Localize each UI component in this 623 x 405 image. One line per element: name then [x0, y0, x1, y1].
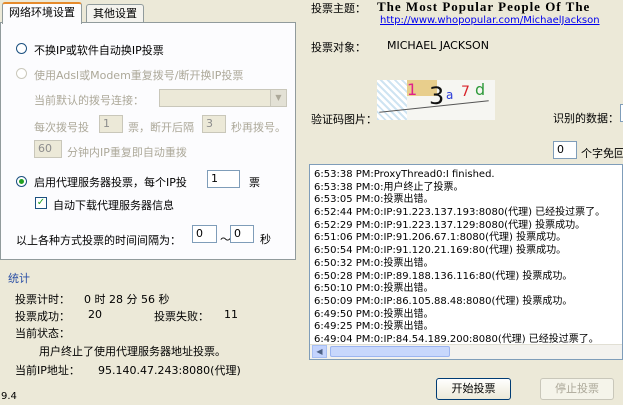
- votes-disconnect-label: 票，断开后隔: [128, 121, 194, 134]
- success-label: 投票成功：: [15, 310, 70, 323]
- log-line: 6:53:38 PM:ProxyThread0:I finished.: [314, 169, 495, 180]
- proxy-votes-input[interactable]: 1: [207, 170, 240, 188]
- fail-label: 投票失败：: [154, 310, 209, 323]
- log-line: 6:51:06 PM:0:IP:91.206.67.1:8080(代理) 投票成…: [314, 232, 567, 244]
- log-line: 6:52:44 PM:0:IP:91.223.137.193:8080(代理) …: [314, 207, 606, 219]
- start-vote-button[interactable]: 开始投票: [436, 378, 511, 400]
- timer-value: 0 时 28 分 56 秒: [84, 293, 170, 306]
- network-settings-panel: 不换IP或软件自动换IP投票 使用Adsl或Modem重复拨号/断开换IP投票 …: [0, 22, 296, 260]
- timer-label: 投票计时：: [15, 293, 70, 306]
- theme-value: The Most Popular People Of The: [377, 0, 591, 14]
- chevron-down-icon: ▼: [270, 90, 286, 106]
- status-label: 当前状态：: [15, 327, 70, 340]
- disconnect-seconds-input[interactable]: 3: [202, 115, 226, 133]
- tab-other-settings[interactable]: 其他设置: [86, 4, 144, 22]
- repeat-minutes-input[interactable]: 60: [34, 140, 62, 158]
- log-line: 6:53:05 PM:0:投票出错。: [314, 194, 434, 206]
- log-line: 6:49:25 PM:0:投票出错。: [314, 321, 434, 333]
- auto-download-label: 自动下载代理服务器信息: [53, 199, 174, 212]
- recognized-label: 识别的数据：: [553, 112, 619, 125]
- ip-value: 95.140.47.243:8080(代理): [98, 364, 241, 377]
- tab-strip: 网络环境设置 其他设置: [0, 0, 300, 24]
- no-ip-change-label: 不换IP或软件自动换IP投票: [34, 44, 164, 57]
- status-value: 用户终止了使用代理服务器地址投票。: [39, 345, 226, 358]
- captcha-char-2: 3: [429, 82, 445, 110]
- log-line: 6:50:54 PM:0:IP:91.120.21.169:80(代理) 投票成…: [314, 245, 567, 257]
- ip-label: 当前IP地址：: [15, 364, 80, 377]
- interval-label: 以上各种方式投票的时间间隔为：: [16, 234, 181, 247]
- free-count-label: 个字免回: [581, 147, 623, 160]
- theme-label: 投票主题：: [311, 2, 366, 15]
- every-dial-label: 每次拨号投: [34, 121, 89, 134]
- seconds-redial-label: 秒再拨号。: [231, 121, 286, 134]
- success-value: 20: [88, 308, 102, 321]
- scroll-left-icon[interactable]: ◀: [312, 345, 327, 358]
- log-line: 6:50:28 PM:0:IP:89.188.136.116:80(代理) 投票…: [314, 270, 573, 282]
- captcha-char-4: 7: [461, 84, 470, 100]
- captcha-char-3: a: [446, 88, 454, 102]
- captcha-label: 验证码图片：: [311, 113, 377, 126]
- log-line: 6:52:29 PM:0:IP:91.223.137.129:8080(代理) …: [314, 219, 586, 231]
- adsl-redial-radio[interactable]: [16, 68, 27, 79]
- version-label: 9.4: [1, 391, 17, 402]
- every-dial-votes-input[interactable]: 1: [99, 115, 123, 133]
- auto-download-checkbox[interactable]: ✓: [35, 197, 47, 209]
- dial-connection-select[interactable]: ▼: [159, 89, 287, 107]
- log-list[interactable]: 6:53:38 PM:ProxyThread0:I finished. 6:53:…: [309, 164, 623, 360]
- interval-unit: 秒: [260, 233, 271, 246]
- repeat-minutes-label: 分钟内IP重复即自动重拨: [67, 146, 187, 159]
- stats-title: 统计: [8, 272, 30, 285]
- log-line: 6:53:38 PM:0:用户终止了投票。: [314, 181, 464, 193]
- proxy-vote-label: 启用代理服务器投票，每个IP投: [34, 176, 187, 189]
- log-line: 6:49:50 PM:0:投票出错。: [314, 308, 434, 320]
- log-line: 6:50:32 PM:0:投票出错。: [314, 257, 434, 269]
- fail-value: 11: [224, 308, 238, 321]
- log-line: 6:50:10 PM:0:投票出错。: [314, 283, 434, 295]
- tab-network-settings[interactable]: 网络环境设置: [2, 2, 82, 24]
- dial-connection-label: 当前默认的拨号连接：: [34, 94, 144, 107]
- free-count-input[interactable]: 0: [553, 141, 577, 159]
- log-lines: 6:53:38 PM:ProxyThread0:I finished. 6:53:…: [310, 165, 622, 347]
- interval-to-input[interactable]: 0: [230, 225, 254, 243]
- adsl-redial-label: 使用Adsl或Modem重复拨号/断开换IP投票: [34, 69, 244, 82]
- proxy-votes-unit: 票: [249, 176, 260, 189]
- theme-url-link[interactable]: http://www.whopopular.com/MichaelJackson: [380, 15, 600, 26]
- log-line: 6:50:09 PM:0:IP:86.105.88.48:8080(代理) 投票…: [314, 295, 573, 307]
- stats-section: 统计 投票计时： 0 时 28 分 56 秒 投票成功： 20 投票失败： 11…: [0, 264, 300, 384]
- horizontal-scrollbar[interactable]: ◀: [310, 344, 622, 359]
- captcha-char-5: d: [475, 80, 486, 99]
- stop-vote-button[interactable]: 停止投票: [540, 378, 614, 400]
- interval-from-input[interactable]: 0: [192, 225, 217, 243]
- scrollbar-thumb[interactable]: [330, 346, 450, 357]
- captcha-image: 1 3 a 7 d: [377, 80, 495, 120]
- target-value: MICHAEL JACKSON: [387, 39, 489, 52]
- captcha-char-1: 1: [407, 80, 418, 99]
- no-ip-change-radio[interactable]: [16, 43, 27, 54]
- proxy-vote-radio[interactable]: [16, 176, 27, 187]
- target-label: 投票对象：: [311, 41, 366, 54]
